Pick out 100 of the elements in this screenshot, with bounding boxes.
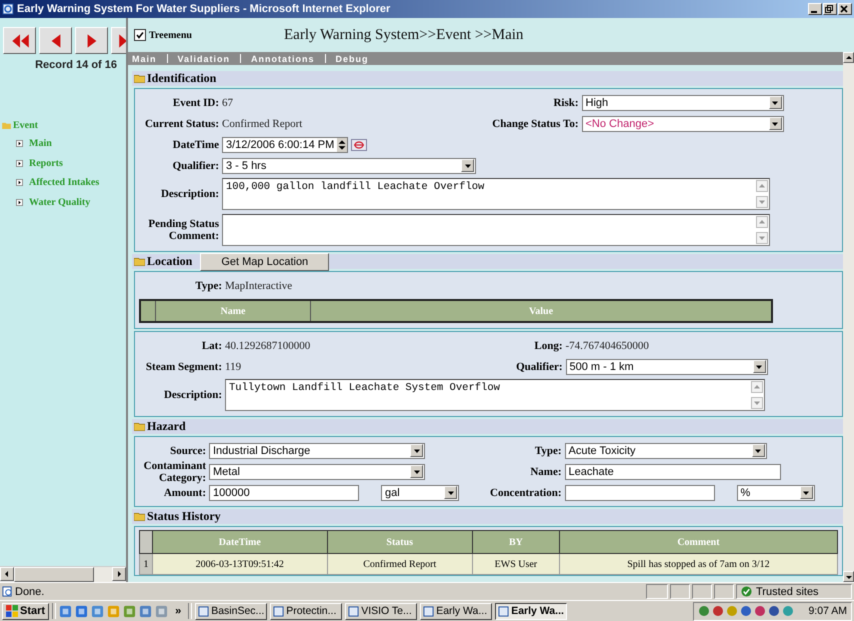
scroll-left-icon[interactable]	[3, 570, 11, 578]
field-label: Description:	[162, 389, 223, 401]
minimize-button[interactable]	[808, 3, 822, 15]
dropdown-arrow-icon[interactable]	[754, 446, 762, 454]
close-button[interactable]	[838, 3, 852, 15]
checkbox[interactable]	[134, 29, 146, 41]
quick-launch-icon[interactable]	[59, 604, 72, 618]
field-value: 119	[225, 360, 242, 372]
more-icon[interactable]: »	[175, 605, 182, 617]
status-pane	[646, 584, 668, 599]
security-zone: Trusted sites	[756, 586, 819, 598]
quick-launch-icon[interactable]	[139, 604, 152, 618]
spinner-arrows-icon[interactable]	[337, 138, 347, 152]
window-icon	[498, 606, 510, 616]
dropdown-arrow-icon[interactable]	[412, 446, 420, 454]
dropdown-arrow-icon[interactable]	[802, 488, 810, 496]
minimize-icon	[811, 11, 817, 13]
window-title: Early Warning System For Water Suppliers - Microsoft Internet Explorer	[17, 3, 392, 15]
quick-launch-icon[interactable]	[75, 604, 88, 618]
start-button[interactable]: Start	[2, 602, 50, 620]
unit-dropdown[interactable]: %	[736, 484, 814, 500]
field-label: Name:	[529, 466, 562, 478]
table-cell: EWS User	[472, 554, 560, 574]
checkmark-icon	[741, 586, 752, 597]
dropdown[interactable]: 500 m - 1 km	[566, 358, 768, 374]
checkmark-icon	[135, 30, 145, 40]
dropdown[interactable]: Acute Toxicity	[564, 442, 766, 458]
next-record-button[interactable]	[75, 27, 108, 54]
field-label: Description:	[160, 188, 220, 200]
status-text: Done.	[15, 586, 46, 598]
dropdown-arrow-icon[interactable]	[446, 488, 454, 496]
field-label: Type:	[534, 444, 562, 456]
dropdown[interactable]: Industrial Discharge	[209, 442, 425, 458]
dropdown-arrow-icon[interactable]	[755, 362, 763, 370]
column-header: Value	[528, 304, 554, 318]
input-field[interactable]	[564, 484, 714, 500]
status-pane	[692, 584, 712, 599]
checkbox-label: Treemenu	[149, 30, 192, 40]
taskbar-button[interactable]: Protectin...	[270, 602, 342, 620]
dropdown-arrow-icon[interactable]	[412, 468, 420, 476]
scroll-right-icon[interactable]	[115, 570, 123, 578]
calendar-icon[interactable]	[351, 138, 367, 150]
taskbar-button[interactable]: BasinSec...	[195, 602, 268, 620]
field-label: Concentration:	[489, 486, 562, 498]
window-icon	[198, 606, 210, 616]
folder-icon	[134, 74, 145, 83]
vertical-scrollbar[interactable]	[843, 52, 854, 582]
restore-icon	[824, 4, 834, 14]
input-field[interactable]: 100000	[209, 484, 359, 500]
scroll-up-icon[interactable]	[844, 54, 852, 62]
column-header: Comment	[559, 530, 838, 554]
field-label: Event ID:	[172, 96, 220, 108]
field-value: Confirmed Report	[222, 118, 302, 130]
window-icon	[273, 606, 284, 616]
tray-icon[interactable]	[740, 605, 752, 617]
dropdown-arrow-icon[interactable]	[464, 162, 472, 170]
field-label: Pending Status Comment:	[147, 218, 220, 242]
dropdown[interactable]: 3 - 5 hrs	[222, 158, 476, 174]
unit-dropdown[interactable]: gal	[381, 484, 459, 500]
dropdown[interactable]: <No Change>	[582, 116, 784, 132]
get-map-location-button[interactable]: Get Map Location	[200, 252, 330, 270]
folder-icon	[134, 512, 145, 521]
first-record-button[interactable]	[3, 27, 36, 54]
section-title: Identification	[147, 71, 216, 86]
date-time-field[interactable]: 3/12/2006 6:00:14 PM	[222, 136, 348, 152]
taskbar-button[interactable]: Early Wa...	[495, 602, 568, 620]
column-header: DateTime	[152, 530, 328, 554]
dropdown[interactable]: Metal	[209, 464, 425, 480]
column-header: BY	[472, 530, 560, 554]
folder-icon	[2, 122, 11, 128]
table-cell: Spill has stopped as of 7am on 3/12	[559, 554, 838, 574]
dropdown-arrow-icon[interactable]	[771, 98, 779, 106]
column-header: Name	[156, 301, 311, 321]
tray-icon[interactable]	[712, 605, 724, 617]
tray-icon[interactable]	[754, 605, 766, 617]
tray-icon[interactable]	[768, 605, 780, 617]
field-value: -74.767404650000	[566, 340, 649, 352]
field-label: Risk:	[552, 96, 580, 108]
restore-button[interactable]	[823, 3, 837, 15]
taskbar-button[interactable]: VISIO Te...	[345, 602, 418, 620]
dropdown[interactable]: High	[582, 94, 784, 110]
window-icon	[348, 606, 360, 616]
text-area[interactable]	[222, 214, 770, 246]
section-title: Status History	[147, 509, 221, 524]
text-area[interactable]: 100,000 gallon landfill Leachate Overflow	[222, 178, 770, 210]
record-counter: Record 14 of 16	[34, 58, 118, 71]
table-cell: Confirmed Report	[327, 554, 472, 574]
scroll-thumb[interactable]	[14, 567, 94, 582]
close-icon	[839, 4, 849, 14]
previous-record-button[interactable]	[39, 27, 72, 54]
tray-icon[interactable]	[698, 605, 710, 617]
field-label: Amount:	[162, 486, 207, 498]
taskbar-button[interactable]: Early Wa...	[420, 602, 492, 620]
status-pane	[670, 584, 690, 599]
dropdown-arrow-icon[interactable]	[771, 120, 779, 128]
text-area[interactable]: Tullytown Landfill Leachate System Overflow	[225, 379, 765, 411]
horizontal-scrollbar[interactable]	[0, 566, 126, 582]
input-field[interactable]: Leachate	[564, 464, 780, 480]
table-cell: 2006-03-13T09:51:42	[152, 554, 328, 574]
windows-flag-icon	[6, 605, 18, 617]
